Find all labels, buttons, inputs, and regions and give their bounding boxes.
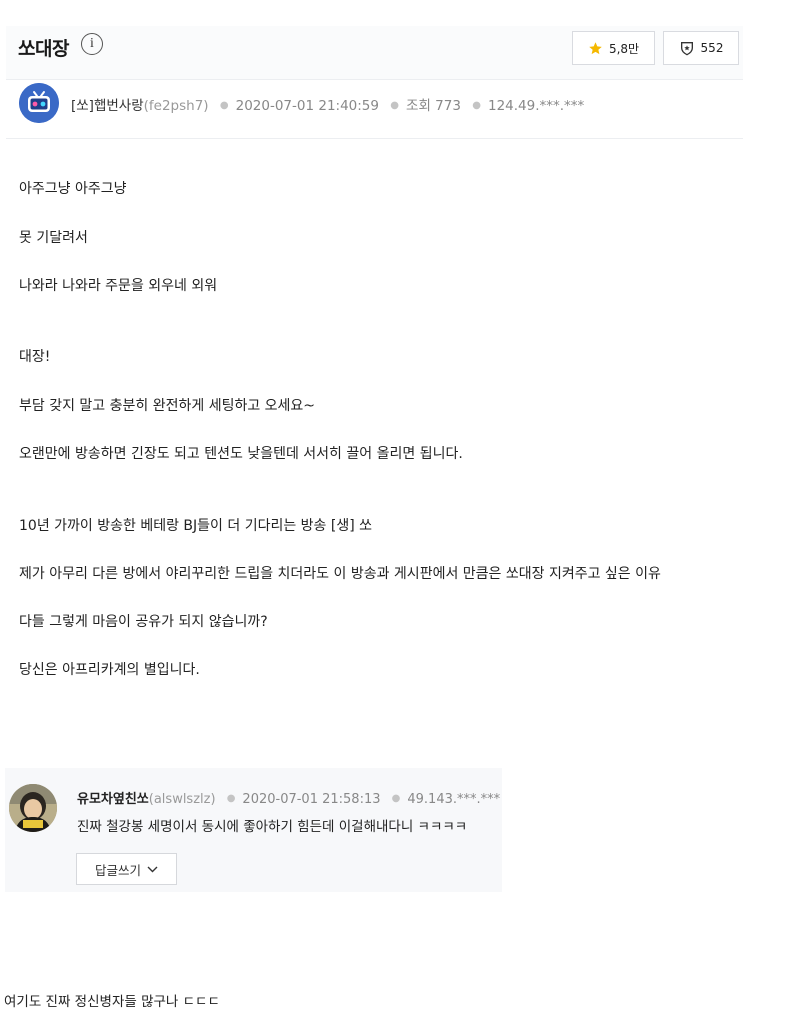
views-label: 조회: [406, 98, 431, 114]
post-date: 2020-07-01 21:40:59: [235, 98, 379, 114]
page-title: 쏘대장: [18, 38, 69, 60]
post-meta: [쏘]햅번사랑(fe2psh7) ● 2020-07-01 21:40:59 ● 조…: [71, 94, 584, 114]
separator-dot: ●: [219, 100, 229, 111]
post-header: 쏘대장 i 5,8만 552: [6, 26, 743, 80]
separator-dot: ●: [226, 793, 236, 804]
post-text-line: 다들 그렇게 마음이 공유가 되지 않습니까?: [19, 614, 268, 630]
separator-dot: ●: [390, 100, 400, 111]
post-text-line: 당신은 아프리카계의 별입니다.: [19, 662, 200, 678]
post-text-line: 오랜만에 방송하면 긴장도 되고 텐션도 낮을텐데 서서히 끌어 올리면 됩니다…: [19, 446, 463, 462]
post-author[interactable]: [쏘]햅번사랑: [71, 98, 144, 114]
post-text-line: 10년 가까이 방송한 베테랑 BJ들이 더 기다리는 방송 [생] 쏘: [19, 518, 373, 534]
comment-meta: 유모차옆친쏘(alswlszlz) ● 2020-07-01 21:58:13 ●…: [77, 788, 500, 807]
separator-dot: ●: [391, 793, 401, 804]
post-text-line: 나와라 나와라 주문을 외우네 외워: [19, 278, 218, 294]
views-count: 773: [435, 98, 461, 114]
reply-button[interactable]: 답글쓰기: [76, 853, 177, 885]
share-count: 552: [700, 41, 724, 55]
post-ip: 124.49.***.***: [487, 98, 585, 114]
shield-share-icon: [679, 40, 695, 56]
post-text-line: 아주그냥 아주그냥: [19, 181, 127, 197]
comment-author-id: (alswlszlz): [148, 792, 216, 807]
post-page: 쏘대장 i 5,8만 552 [쏘]햅번사랑(fe2psh7) ● 2020-0…: [0, 0, 788, 1028]
post-text-line: 못 기달려서: [19, 230, 88, 246]
comment-item: 유모차옆친쏘(alswlszlz) ● 2020-07-01 21:58:13 ●…: [5, 768, 502, 892]
up-button[interactable]: 5,8만: [572, 31, 655, 65]
reply-label: 답글쓰기: [94, 862, 141, 878]
comment-author[interactable]: 유모차옆친쏘: [77, 792, 149, 807]
comment-text: 진짜 철강봉 세명이서 동시에 좋아하기 힘든데 이걸해내다니 ㅋㅋㅋㅋ: [77, 819, 468, 835]
comment-date: 2020-07-01 21:58:13: [242, 792, 381, 807]
chevron-down-icon: [147, 866, 158, 873]
up-count: 5,8만: [608, 41, 640, 56]
info-icon[interactable]: i: [81, 33, 103, 55]
comment-avatar[interactable]: [9, 784, 57, 832]
separator-dot: ●: [472, 100, 481, 111]
share-button[interactable]: 552: [663, 31, 739, 65]
post-text-line: 대장!: [19, 349, 51, 365]
post-author-id: (fe2psh7): [143, 98, 209, 114]
header-divider: [6, 79, 743, 80]
bottom-caption: 여기도 진짜 정신병자들 많구나 ㄷㄷㄷ: [4, 994, 220, 1010]
meta-divider: [6, 138, 743, 139]
post-text-line: 부담 갖지 말고 충분히 완전하게 세팅하고 오세요~: [19, 398, 316, 414]
post-text-line: 제가 아무리 다른 방에서 야리꾸리한 드립을 치더라도 이 방송과 게시판에서…: [19, 566, 661, 582]
comment-ip: 49.143.***.***: [407, 792, 501, 807]
star-icon: [588, 41, 603, 56]
author-avatar[interactable]: [19, 83, 59, 123]
